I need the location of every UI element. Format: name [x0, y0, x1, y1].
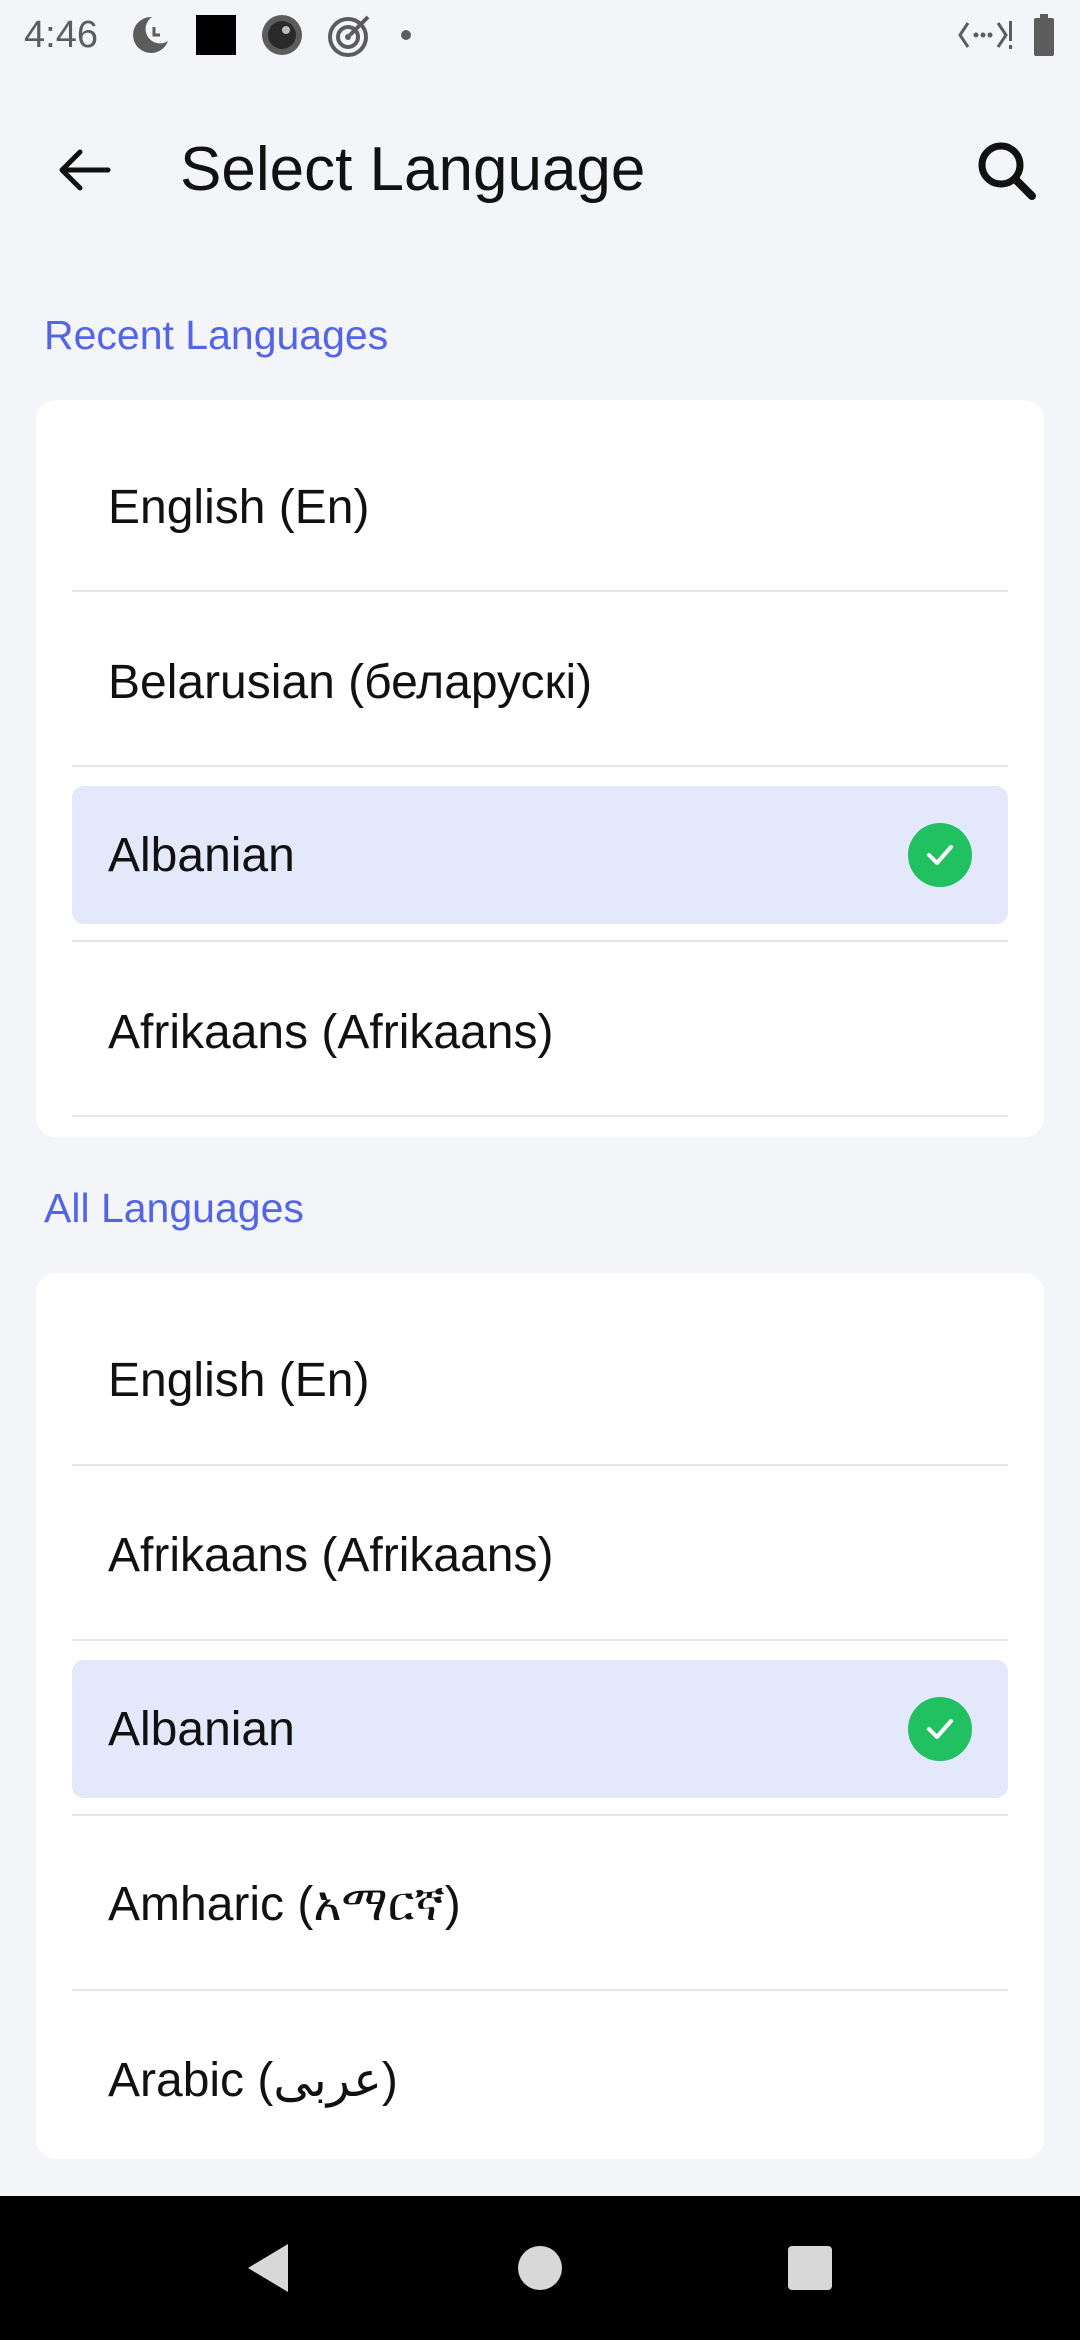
- list-item[interactable]: Arabic (عربى): [72, 2011, 1008, 2149]
- language-label: Arabic (عربى): [108, 2054, 398, 2107]
- language-label: Afrikaans (Afrikaans): [108, 1528, 554, 1582]
- search-icon: [978, 142, 1036, 200]
- divider: [72, 1814, 1008, 1816]
- target-icon: [326, 11, 374, 59]
- language-label: Amharic (አማርኛ): [108, 1878, 461, 1931]
- divider: [72, 1639, 1008, 1641]
- recents-square-icon: [788, 2246, 832, 2290]
- arrow-left-icon: [59, 149, 111, 191]
- app-bar: Select Language: [0, 100, 1080, 240]
- list-item[interactable]: Afrikaans (Afrikaans): [72, 963, 1008, 1101]
- divider: [72, 1989, 1008, 1991]
- section-title-recent: Recent Languages: [44, 312, 389, 358]
- divider: [72, 1464, 1008, 1466]
- dot-icon: [396, 25, 416, 45]
- language-label: English (En): [108, 1353, 370, 1407]
- system-nav-bar: [0, 2196, 1080, 2340]
- language-label: Belarusian (беларускі): [108, 655, 593, 709]
- search-button[interactable]: [968, 132, 1044, 208]
- back-button[interactable]: [48, 130, 120, 210]
- signal-code-icon: [958, 15, 1014, 55]
- nav-home-button[interactable]: [510, 2236, 570, 2300]
- record-icon: [260, 13, 304, 57]
- language-label: Afrikaans (Afrikaans): [108, 1005, 554, 1059]
- nav-back-button[interactable]: [238, 2236, 298, 2300]
- list-item[interactable]: English (En): [72, 1311, 1008, 1449]
- check-circle-icon: [908, 1697, 972, 1761]
- list-item[interactable]: Belarusian (беларускі): [72, 613, 1008, 751]
- list-item[interactable]: Afrikaans (Afrikaans): [72, 1486, 1008, 1624]
- moon-clock-icon: [128, 13, 172, 57]
- check-circle-icon: [908, 823, 972, 887]
- list-item[interactable]: English (En): [72, 438, 1008, 576]
- list-item-selected[interactable]: Albanian: [72, 786, 1008, 924]
- black-square-icon: [194, 13, 238, 57]
- divider: [72, 1115, 1008, 1117]
- language-label: Albanian: [108, 828, 295, 882]
- status-icons-left: [128, 11, 416, 59]
- divider: [72, 940, 1008, 942]
- page-title: Select Language: [180, 135, 646, 204]
- back-triangle-icon: [248, 2244, 288, 2292]
- all-languages-card: English (En) Afrikaans (Afrikaans) Alban…: [36, 1273, 1044, 2159]
- divider: [72, 590, 1008, 592]
- language-label: English (En): [108, 480, 370, 534]
- nav-recents-button[interactable]: [780, 2236, 840, 2300]
- status-bar: 4:46: [0, 0, 1080, 70]
- home-circle-icon: [518, 2246, 562, 2290]
- battery-icon: [1032, 13, 1056, 57]
- section-title-all: All Languages: [44, 1185, 304, 1231]
- status-icons-right: [958, 13, 1056, 57]
- divider: [72, 765, 1008, 767]
- list-item[interactable]: Amharic (አማርኛ): [72, 1836, 1008, 1974]
- language-label: Albanian: [108, 1702, 295, 1756]
- recent-languages-card: English (En) Belarusian (беларускі) Alba…: [36, 400, 1044, 1137]
- list-item-selected[interactable]: Albanian: [72, 1660, 1008, 1798]
- status-time: 4:46: [24, 13, 98, 56]
